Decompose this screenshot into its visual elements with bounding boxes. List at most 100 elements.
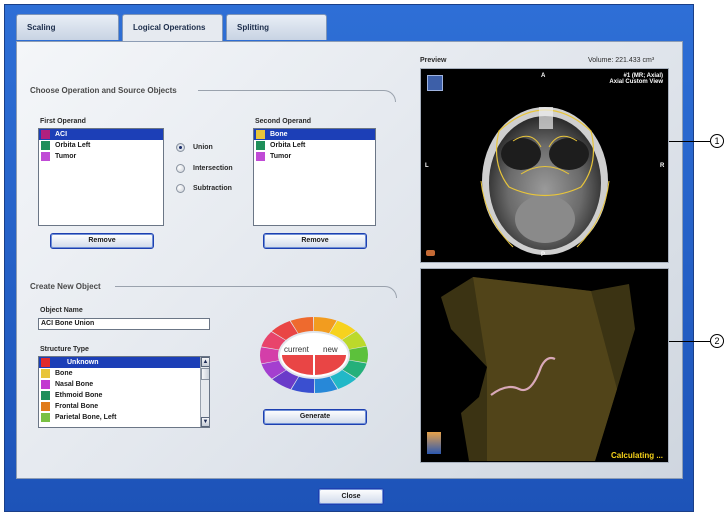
button-label: Generate bbox=[299, 413, 331, 420]
list-item[interactable]: Ethmoid Bone bbox=[39, 390, 209, 401]
structure-type-scrollbar[interactable]: ▲ ▼ bbox=[200, 357, 209, 427]
button-label: Close bbox=[341, 493, 361, 500]
object-name-input[interactable]: ACI Bone Union bbox=[38, 318, 210, 330]
list-item[interactable]: Nasal Bone bbox=[39, 379, 209, 390]
color-swatch bbox=[256, 152, 265, 161]
list-item[interactable]: Tumor bbox=[39, 151, 163, 162]
list-item[interactable]: Orbita Left bbox=[39, 140, 163, 151]
color-swatch bbox=[41, 369, 50, 378]
list-item[interactable]: ACI bbox=[39, 129, 163, 140]
color-swatch bbox=[256, 130, 265, 139]
tab-scaling[interactable]: Scaling bbox=[16, 14, 119, 40]
section-rule bbox=[198, 90, 384, 91]
structure-type-list[interactable]: Unknown Bone Nasal Bone Ethmoid Bone Fro… bbox=[38, 356, 210, 428]
radio-subtraction[interactable]: Subtraction bbox=[176, 184, 232, 193]
first-operand-label: First Operand bbox=[40, 118, 86, 125]
second-operand-label: Second Operand bbox=[255, 118, 312, 125]
3d-render-view[interactable]: Calculating ... bbox=[420, 268, 669, 463]
audio-icon[interactable] bbox=[426, 250, 435, 256]
view-header: #1 (MR; Axial) Axial Custom View bbox=[609, 73, 663, 85]
callout-line bbox=[669, 341, 710, 342]
list-item-label: Ethmoid Bone bbox=[55, 392, 103, 399]
list-item-label: Nasal Bone bbox=[55, 381, 94, 388]
axial-view[interactable]: A P L R #1 (MR; Axial) Axial Custom View bbox=[420, 68, 669, 263]
list-item-label: Unknown bbox=[67, 359, 99, 366]
list-item-label: Parietal Bone, Left bbox=[55, 414, 117, 421]
list-item[interactable]: Parietal Bone, Left bbox=[39, 412, 209, 423]
object-name-label: Object Name bbox=[40, 307, 83, 314]
color-swatch bbox=[41, 380, 50, 389]
list-item-label: Orbita Left bbox=[55, 142, 91, 149]
radio-union[interactable]: Union bbox=[176, 143, 213, 152]
radio-dot bbox=[176, 143, 185, 152]
3d-rendering-image bbox=[441, 277, 635, 461]
structure-type-label: Structure Type bbox=[40, 346, 89, 353]
color-swatch bbox=[256, 141, 265, 150]
generate-button[interactable]: Generate bbox=[263, 409, 367, 425]
list-item[interactable]: Orbita Left bbox=[254, 140, 375, 151]
close-button[interactable]: Close bbox=[318, 488, 384, 505]
orientation-figure-icon[interactable] bbox=[427, 432, 441, 454]
color-wheel-segment[interactable] bbox=[349, 346, 368, 363]
orientation-right: R bbox=[660, 163, 665, 169]
list-item[interactable]: Frontal Bone bbox=[39, 401, 209, 412]
list-item-label: Tumor bbox=[55, 153, 77, 160]
axial-mri-image bbox=[480, 107, 610, 255]
new-color-label: new bbox=[323, 345, 338, 354]
preview-label: Preview bbox=[420, 57, 447, 64]
section-title-operation: Choose Operation and Source Objects bbox=[30, 86, 177, 95]
radio-intersection[interactable]: Intersection bbox=[176, 164, 233, 173]
callout-line bbox=[669, 141, 710, 142]
current-color-label: current bbox=[284, 345, 309, 354]
radio-label: Intersection bbox=[193, 165, 233, 172]
tab-logical-operations[interactable]: Logical Operations bbox=[122, 14, 223, 42]
color-swatch bbox=[41, 130, 50, 139]
color-swatch bbox=[41, 152, 50, 161]
second-operand-list[interactable]: Bone Orbita Left Tumor bbox=[253, 128, 376, 226]
color-swatch bbox=[41, 402, 50, 411]
list-item[interactable]: Bone bbox=[39, 368, 209, 379]
orientation-posterior: P bbox=[541, 252, 546, 258]
view-name: Axial Custom View bbox=[609, 79, 663, 85]
list-item-label: Tumor bbox=[270, 153, 292, 160]
orientation-anterior: A bbox=[541, 73, 546, 79]
color-wheel[interactable] bbox=[258, 315, 370, 395]
color-wheel-segment[interactable] bbox=[260, 347, 279, 364]
radio-dot bbox=[176, 184, 185, 193]
view-mode-icon[interactable] bbox=[427, 75, 443, 91]
list-item[interactable]: Tumor bbox=[254, 151, 375, 162]
color-swatch bbox=[41, 358, 50, 367]
tab-label: Splitting bbox=[237, 23, 269, 32]
list-item-label: Frontal Bone bbox=[55, 403, 99, 410]
orientation-left: L bbox=[425, 163, 429, 169]
button-label: Remove bbox=[301, 237, 329, 244]
list-item-label: Bone bbox=[55, 370, 73, 377]
color-swatch bbox=[41, 413, 50, 422]
tab-label: Scaling bbox=[27, 23, 56, 32]
radio-label: Union bbox=[193, 144, 213, 151]
section-title-create: Create New Object bbox=[30, 282, 101, 291]
callout-2: 2 bbox=[710, 334, 724, 348]
callout-1: 1 bbox=[710, 134, 724, 148]
list-item-label: ACI bbox=[55, 131, 68, 138]
list-item[interactable]: Bone bbox=[254, 129, 375, 140]
scroll-down-icon[interactable]: ▼ bbox=[201, 417, 209, 427]
remove-second-operand-button[interactable]: Remove bbox=[263, 233, 367, 249]
radio-dot bbox=[176, 164, 185, 173]
button-label: Remove bbox=[88, 237, 116, 244]
color-swatch bbox=[41, 141, 50, 150]
tab-splitting[interactable]: Splitting bbox=[226, 14, 327, 40]
volume-text: Volume: 221.433 cm³ bbox=[588, 57, 655, 64]
tab-label: Logical Operations bbox=[133, 23, 206, 32]
scroll-thumb[interactable] bbox=[201, 368, 209, 380]
render-status: Calculating ... bbox=[610, 451, 663, 460]
list-item-label: Orbita Left bbox=[270, 142, 306, 149]
radio-label: Subtraction bbox=[193, 185, 232, 192]
list-item-label: Bone bbox=[270, 131, 288, 138]
list-item[interactable]: Unknown bbox=[39, 357, 209, 368]
remove-first-operand-button[interactable]: Remove bbox=[50, 233, 154, 249]
color-swatch bbox=[41, 391, 50, 400]
scroll-up-icon[interactable]: ▲ bbox=[201, 357, 209, 367]
section-rule bbox=[115, 286, 385, 287]
first-operand-list[interactable]: ACI Orbita Left Tumor bbox=[38, 128, 164, 226]
